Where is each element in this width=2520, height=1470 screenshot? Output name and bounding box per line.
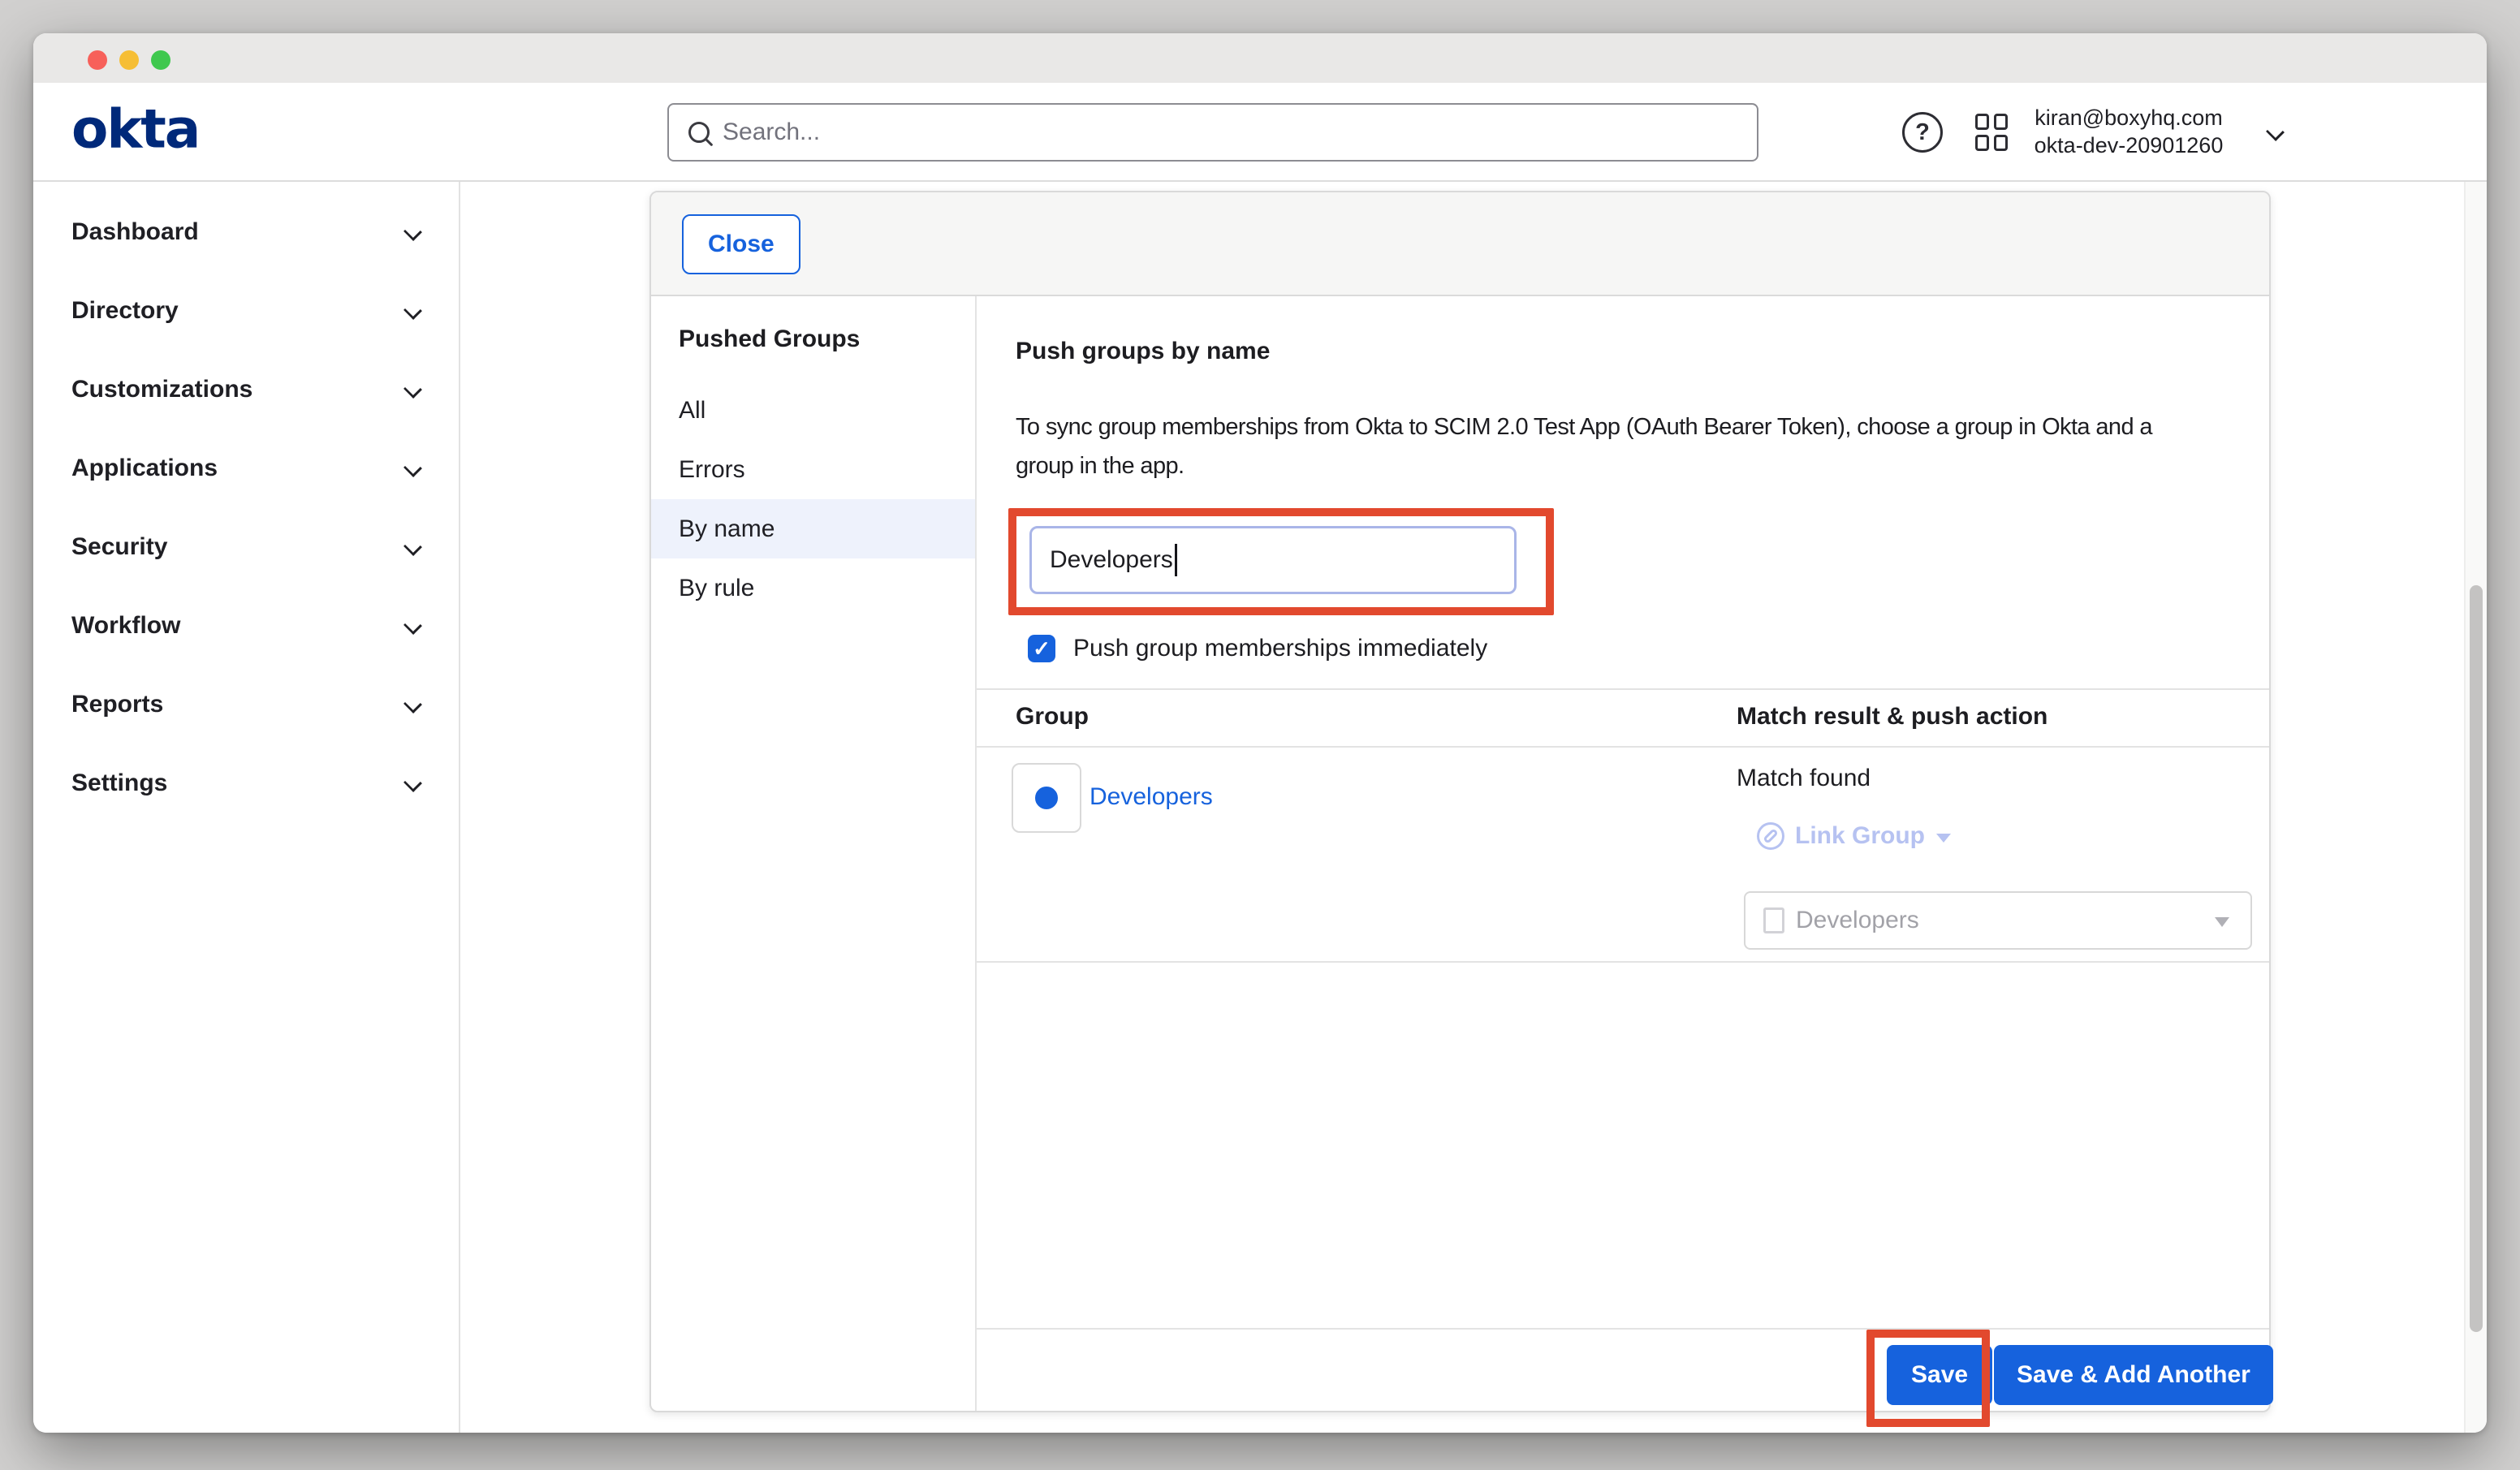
sidebar-item-directory[interactable]: Directory (33, 271, 459, 350)
window-titlebar (33, 33, 2487, 83)
column-header-match-result: Match result & push action (1737, 703, 2048, 731)
grid-cell (1994, 135, 2008, 151)
group-name-input[interactable]: Developers (1029, 526, 1517, 594)
link-group-button[interactable]: Link Group (1756, 821, 1951, 851)
footer-border (977, 1328, 2269, 1330)
nav-item-all[interactable]: All (651, 381, 975, 440)
group-name-value: Developers (1050, 546, 1173, 574)
form-description-line1: To sync group memberships from Okta to S… (1016, 407, 2152, 446)
grid-cell (1975, 135, 1989, 151)
sidebar-item-label: Applications (71, 455, 218, 482)
close-button[interactable]: Close (682, 214, 800, 274)
sidebar-item-label: Reports (71, 691, 163, 718)
account-menu[interactable]: kiran@boxyhq.com okta-dev-20901260 (2007, 104, 2250, 159)
group-avatar (1012, 763, 1081, 833)
okta-logo: okta (71, 97, 199, 160)
chevron-down-icon (403, 537, 422, 556)
grid-cell (1994, 114, 2008, 130)
chevron-down-icon[interactable] (2266, 123, 2285, 141)
nav-item-by-rule[interactable]: By rule (651, 558, 975, 618)
sidebar-item-label: Security (71, 533, 167, 561)
app-group-icon (1763, 907, 1784, 933)
checkmark-icon: ✓ (1033, 636, 1051, 662)
pushed-groups-list: All Errors By name By rule (651, 381, 975, 618)
save-button[interactable]: Save (1887, 1345, 1992, 1405)
chevron-down-icon (403, 380, 422, 399)
search-box (667, 103, 1758, 162)
form-description-line2: group in the app. (1016, 446, 2152, 485)
column-header-group: Group (1016, 703, 1089, 731)
sidebar-item-dashboard[interactable]: Dashboard (33, 192, 459, 271)
form-heading: Push groups by name (1016, 338, 1270, 365)
chevron-down-icon (403, 222, 422, 241)
nav-item-by-name[interactable]: By name (651, 499, 975, 558)
app-group-value: Developers (1796, 907, 1919, 934)
minimize-window-icon[interactable] (119, 50, 139, 70)
form-description: To sync group memberships from Okta to S… (1016, 407, 2152, 485)
table-header-border (977, 746, 2269, 748)
search-icon (688, 122, 710, 143)
apps-grid-icon[interactable] (1975, 114, 2008, 151)
chevron-down-icon (403, 774, 422, 792)
sidebar-item-label: Workflow (71, 612, 180, 640)
table-top-border (977, 688, 2269, 690)
sidebar-item-customizations[interactable]: Customizations (33, 350, 459, 429)
help-icon[interactable]: ? (1902, 112, 1943, 153)
row-bottom-border (977, 961, 2269, 963)
app-group-select[interactable]: Developers (1744, 891, 2252, 950)
app-window: okta ? kiran@boxyhq.com okta-dev-2090126… (33, 33, 2487, 1433)
help-glyph: ? (1915, 119, 1930, 146)
sidebar-nav: Dashboard Directory Customizations Appli… (33, 182, 460, 1433)
sidebar-item-settings[interactable]: Settings (33, 744, 459, 822)
vertical-scrollbar[interactable] (2464, 182, 2487, 1433)
link-icon (1756, 821, 1785, 851)
link-group-label: Link Group (1795, 822, 1925, 850)
search-input[interactable] (723, 119, 1757, 146)
group-icon (1035, 787, 1058, 809)
caret-down-icon (1936, 834, 1951, 843)
match-status: Match found (1737, 765, 1871, 792)
chevron-down-icon (403, 616, 422, 635)
zoom-window-icon[interactable] (151, 50, 170, 70)
text-cursor (1175, 544, 1177, 576)
close-window-icon[interactable] (88, 50, 107, 70)
sidebar-item-applications[interactable]: Applications (33, 429, 459, 507)
group-name-link[interactable]: Developers (1090, 783, 1213, 811)
push-by-name-form: Push groups by name To sync group member… (977, 296, 2269, 1411)
sidebar-item-label: Customizations (71, 376, 252, 403)
sidebar-item-label: Dashboard (71, 218, 199, 246)
push-immediately-label: Push group memberships immediately (1073, 635, 1487, 662)
push-groups-panel: Close Pushed Groups All Errors By name B… (649, 191, 2271, 1412)
sidebar-item-reports[interactable]: Reports (33, 665, 459, 744)
chevron-down-icon (403, 301, 422, 320)
sidebar-item-workflow[interactable]: Workflow (33, 586, 459, 665)
pushed-groups-title: Pushed Groups (679, 325, 975, 353)
save-add-another-button[interactable]: Save & Add Another (1994, 1345, 2273, 1405)
chevron-down-icon (403, 459, 422, 477)
grid-cell (1975, 114, 1989, 130)
scrollbar-thumb[interactable] (2470, 585, 2483, 1332)
nav-item-errors[interactable]: Errors (651, 440, 975, 499)
account-org: okta-dev-20901260 (2007, 131, 2250, 159)
push-immediately-checkbox[interactable]: ✓ (1028, 635, 1055, 662)
select-caret-icon (2215, 917, 2229, 927)
panel-toolbar: Close (651, 192, 2269, 296)
account-email: kiran@boxyhq.com (2007, 104, 2250, 131)
content-area: Dashboard Directory Customizations Appli… (33, 182, 2487, 1433)
app-header: okta ? kiran@boxyhq.com okta-dev-2090126… (33, 83, 2487, 182)
sidebar-item-label: Settings (71, 769, 167, 797)
pushed-groups-nav: Pushed Groups All Errors By name By rule (651, 296, 977, 1411)
push-immediately-row: ✓ Push group memberships immediately (1028, 635, 1487, 662)
sidebar-item-security[interactable]: Security (33, 507, 459, 586)
sidebar-item-label: Directory (71, 297, 179, 325)
main-area: Close Pushed Groups All Errors By name B… (462, 182, 2464, 1433)
chevron-down-icon (403, 695, 422, 713)
panel-body: Pushed Groups All Errors By name By rule… (651, 296, 2269, 1411)
